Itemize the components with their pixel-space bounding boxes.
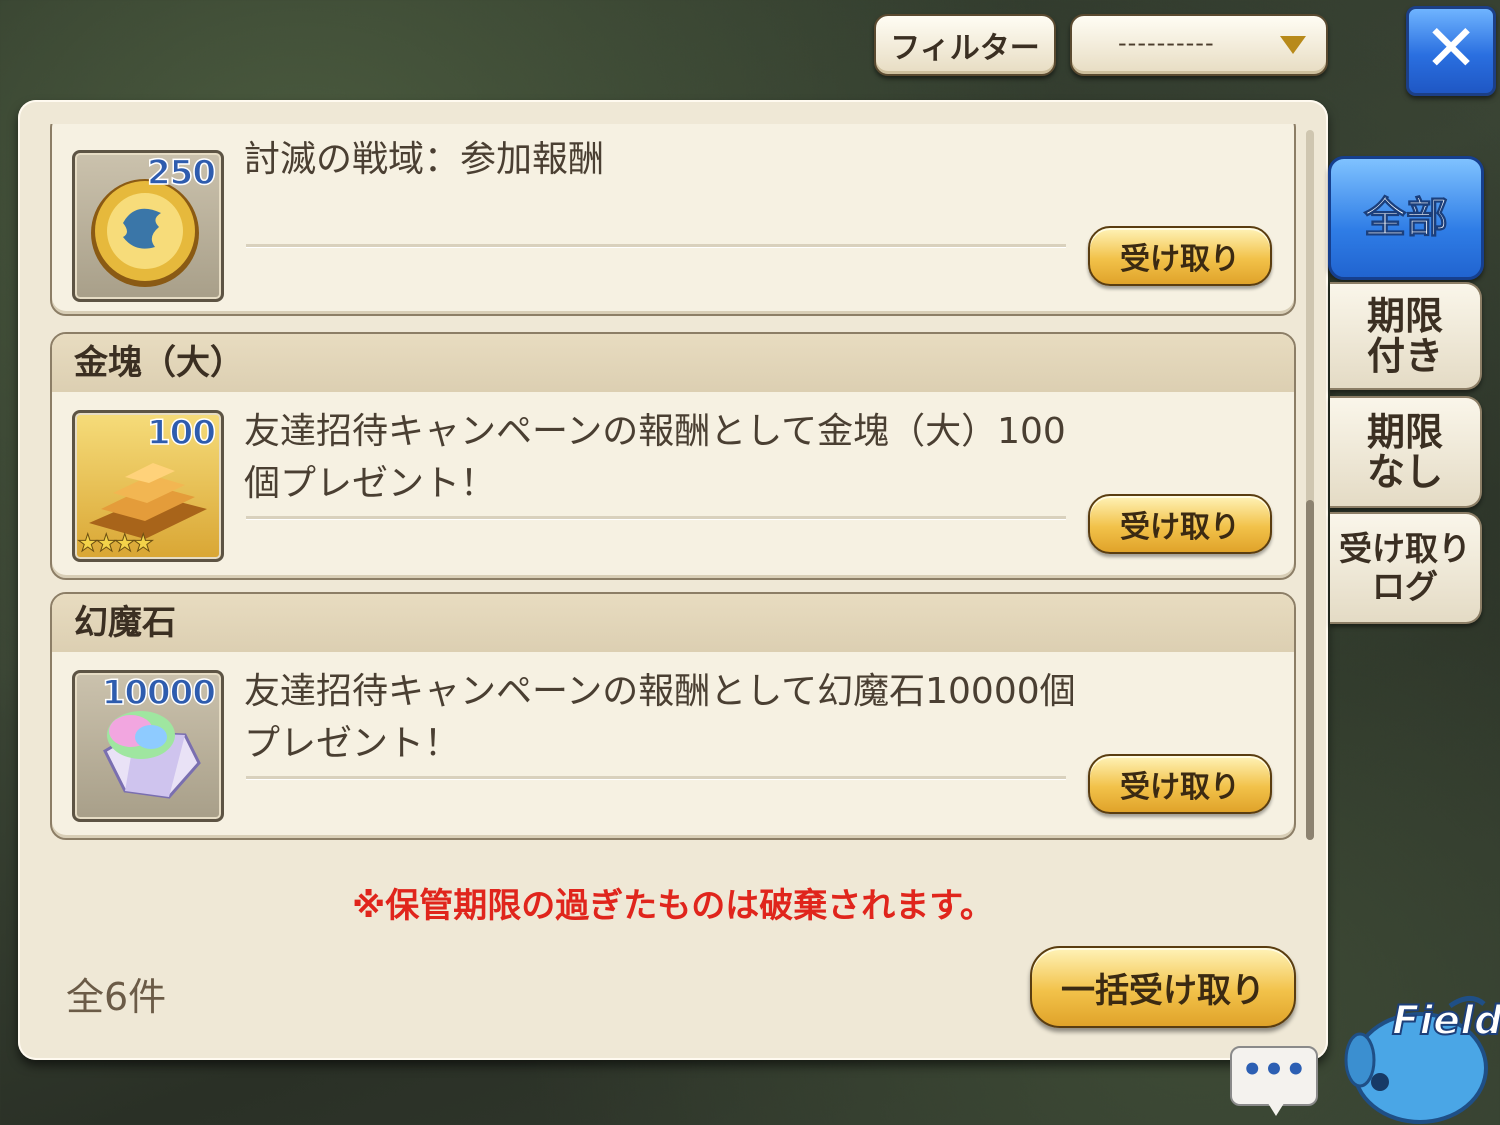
item-quantity: 100	[146, 413, 216, 454]
claim-button[interactable]: 受け取り	[1088, 754, 1272, 814]
item-header: 幻魔石	[52, 594, 1294, 652]
present-item: 250 討滅の戦域：参加報酬 受け取り	[50, 124, 1296, 316]
claim-button[interactable]: 受け取り	[1088, 226, 1272, 286]
chat-bubble-tail	[1266, 1100, 1286, 1116]
tab-claim-log[interactable]: 受け取り ログ	[1330, 512, 1482, 624]
rarity-stars-icon: ★★★★	[76, 529, 154, 558]
tab-no-expiry[interactable]: 期限 なし	[1330, 396, 1482, 508]
chat-icon: •••	[1241, 1050, 1307, 1090]
item-description: 友達招待キャンペーンの報酬として幻魔石10000個プレゼント！	[244, 671, 1076, 764]
item-description: 友達招待キャンペーンの報酬として金塊（大）100個プレゼント！	[244, 411, 1066, 504]
present-item: 幻魔石 10000 友達招待キャンペーンの報酬として幻魔石10000個プレゼント…	[50, 592, 1296, 840]
total-count: 全6件	[66, 975, 167, 1019]
item-header: 金塊（大）	[52, 334, 1294, 392]
tab-with-expiry[interactable]: 期限 付き	[1330, 282, 1482, 390]
filter-button[interactable]: フィルター	[874, 14, 1056, 76]
item-quantity: 10000	[101, 673, 217, 714]
filter-select-value: ----------	[1118, 29, 1215, 57]
magicite-icon: 10000	[72, 670, 224, 822]
chevron-down-icon	[1280, 36, 1306, 54]
present-item: 金塊（大） 100 ★★★★ 友達招待キャンペーンの報酬として金塊（大）100個…	[50, 332, 1296, 580]
item-description: 討滅の戦域：参加報酬	[244, 139, 605, 180]
close-icon: ✕	[1424, 12, 1478, 86]
filter-select[interactable]: ----------	[1070, 14, 1328, 76]
field-label[interactable]: Field	[1391, 997, 1500, 1045]
expiry-notice: ※保管期限の過ぎたものは破棄されます。	[352, 886, 994, 926]
divider	[246, 244, 1066, 248]
close-button[interactable]: ✕	[1406, 6, 1496, 96]
item-quantity: 250	[146, 153, 216, 194]
present-list[interactable]: 250 討滅の戦域：参加報酬 受け取り 金塊（大） 100 ★★★★ 友達招待キ…	[48, 124, 1296, 844]
tab-all[interactable]: 全部	[1328, 156, 1484, 280]
list-scrollbar[interactable]	[1306, 130, 1314, 840]
chat-button[interactable]: •••	[1230, 1046, 1318, 1106]
scrollbar-thumb[interactable]	[1306, 500, 1314, 840]
divider	[246, 776, 1066, 780]
bulk-claim-button[interactable]: 一括受け取り	[1030, 946, 1296, 1028]
gold-bars-icon: 100 ★★★★	[72, 410, 224, 562]
claim-button[interactable]: 受け取り	[1088, 494, 1272, 554]
coin-icon: 250	[72, 150, 224, 302]
divider	[246, 516, 1066, 520]
present-box-panel: 250 討滅の戦域：参加報酬 受け取り 金塊（大） 100 ★★★★ 友達招待キ…	[18, 100, 1328, 1060]
